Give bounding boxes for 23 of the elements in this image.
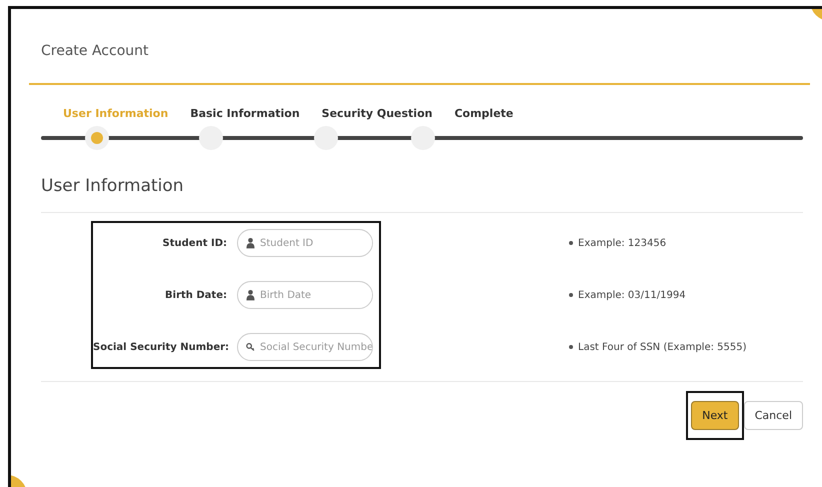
field-label: Birth Date:: [164, 288, 227, 302]
field-label: Student ID:: [162, 236, 227, 250]
bullet-icon: [569, 293, 573, 297]
hint-text: Example: 03/11/1994: [578, 290, 686, 300]
hint-text: Example: 123456: [578, 238, 666, 248]
key-icon: [246, 341, 255, 353]
page-title: Create Account: [41, 43, 148, 59]
person-icon: [246, 289, 255, 301]
person-icon: [246, 237, 255, 249]
text-input[interactable]: Birth Date: [260, 290, 372, 300]
next-button[interactable]: Next: [691, 401, 739, 430]
field-label: Social Security Number:: [93, 340, 227, 354]
bullet-icon: [569, 241, 573, 245]
step-tab[interactable]: Security Question: [322, 107, 432, 120]
text-input[interactable]: Student ID: [260, 238, 372, 248]
input-field[interactable]: Birth Date: [237, 281, 373, 309]
hint-text: Last Four of SSN (Example: 5555): [578, 342, 747, 352]
step-tab[interactable]: Basic Information: [190, 107, 300, 120]
bullet-icon: [569, 345, 573, 349]
section-title: User Information: [41, 176, 184, 196]
input-field[interactable]: Student ID: [237, 229, 373, 257]
cancel-button[interactable]: Cancel: [744, 401, 803, 430]
step-tab[interactable]: Complete: [454, 107, 514, 120]
